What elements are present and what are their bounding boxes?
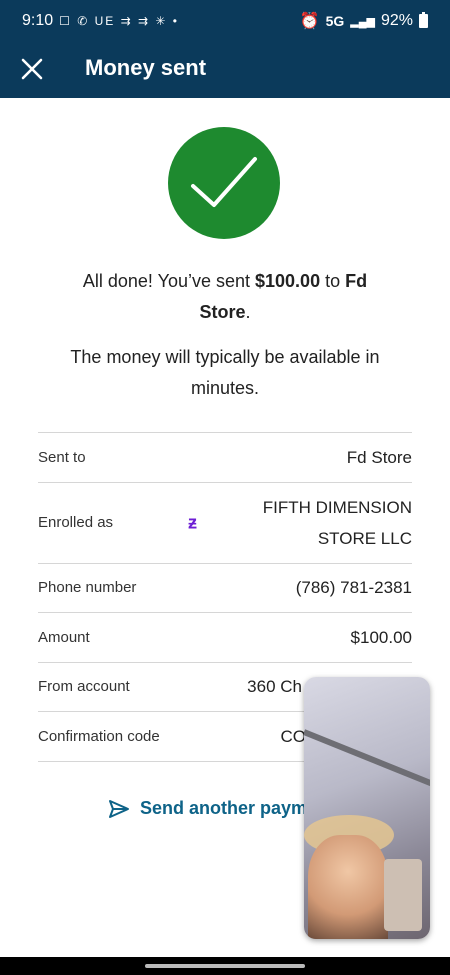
detail-row-amount: Amount $100.00 <box>38 613 412 663</box>
detail-value: 360 Ch <box>247 677 302 697</box>
status-left: 9:10 ☐ ✆ UE ⇉ ⇉ ✳ • <box>22 12 179 30</box>
home-gesture-handle[interactable] <box>145 964 305 968</box>
system-nav-bar <box>0 957 450 975</box>
send-another-payment-link[interactable]: Send another paym <box>108 798 307 819</box>
detail-row-enrolled-as: Enrolled as ƶ FIFTH DIMENSION STORE LLC <box>38 483 412 564</box>
availability-message: The money will typically be available in… <box>70 347 380 398</box>
page-title: Money sent <box>85 55 207 80</box>
detail-label: Confirmation code <box>38 727 160 745</box>
network-type: 5G <box>325 13 345 29</box>
confirmation-message: All done! You’ve sent $100.00 to Fd Stor… <box>60 266 390 328</box>
battery-icon <box>419 12 428 28</box>
app-header: Money sent <box>0 42 450 98</box>
detail-row-phone: Phone number (786) 781-2381 <box>38 564 412 613</box>
signal-icon: ▂▄▆ <box>350 15 375 28</box>
detail-value: Fd Store <box>346 447 412 467</box>
close-button[interactable] <box>18 55 46 83</box>
status-bar: 9:10 ☐ ✆ UE ⇉ ⇉ ✳ • ⏰ 5G ▂▄▆ 92% <box>0 0 450 42</box>
status-right: ⏰ 5G ▂▄▆ 92% <box>300 11 428 31</box>
detail-label: Sent to <box>38 448 86 466</box>
message-text: to <box>320 271 346 291</box>
pip-self-view <box>384 859 422 931</box>
send-icon <box>109 799 129 818</box>
sent-amount: $100.00 <box>255 271 321 291</box>
video-call-pip[interactable] <box>304 677 430 939</box>
detail-row-sent-to: Sent to Fd Store <box>38 433 412 483</box>
pip-video-detail <box>304 729 430 788</box>
zelle-icon: ƶ <box>188 512 197 532</box>
success-check-icon <box>168 127 280 239</box>
notification-icons: ☐ ✆ UE ⇉ ⇉ ✳ • <box>59 14 179 28</box>
detail-value: FIFTH DIMENSION STORE LLC <box>262 497 412 548</box>
detail-value: (786) 781-2381 <box>295 578 412 598</box>
detail-label: Phone number <box>38 579 137 597</box>
battery-percent: 92% <box>380 12 413 29</box>
detail-value: $100.00 <box>350 627 412 647</box>
status-time: 9:10 <box>22 12 54 29</box>
send-another-label: Send another paym <box>140 798 308 818</box>
message-text: All done! You’ve sent <box>82 271 256 291</box>
detail-label: Amount <box>38 628 90 646</box>
detail-label: From account <box>38 678 130 696</box>
message-text: . <box>245 302 251 322</box>
detail-label: Enrolled as <box>38 514 114 531</box>
alarm-icon: ⏰ <box>299 13 320 30</box>
detail-value: CO <box>280 726 307 746</box>
close-icon <box>21 58 43 80</box>
pip-video-person <box>308 835 388 939</box>
